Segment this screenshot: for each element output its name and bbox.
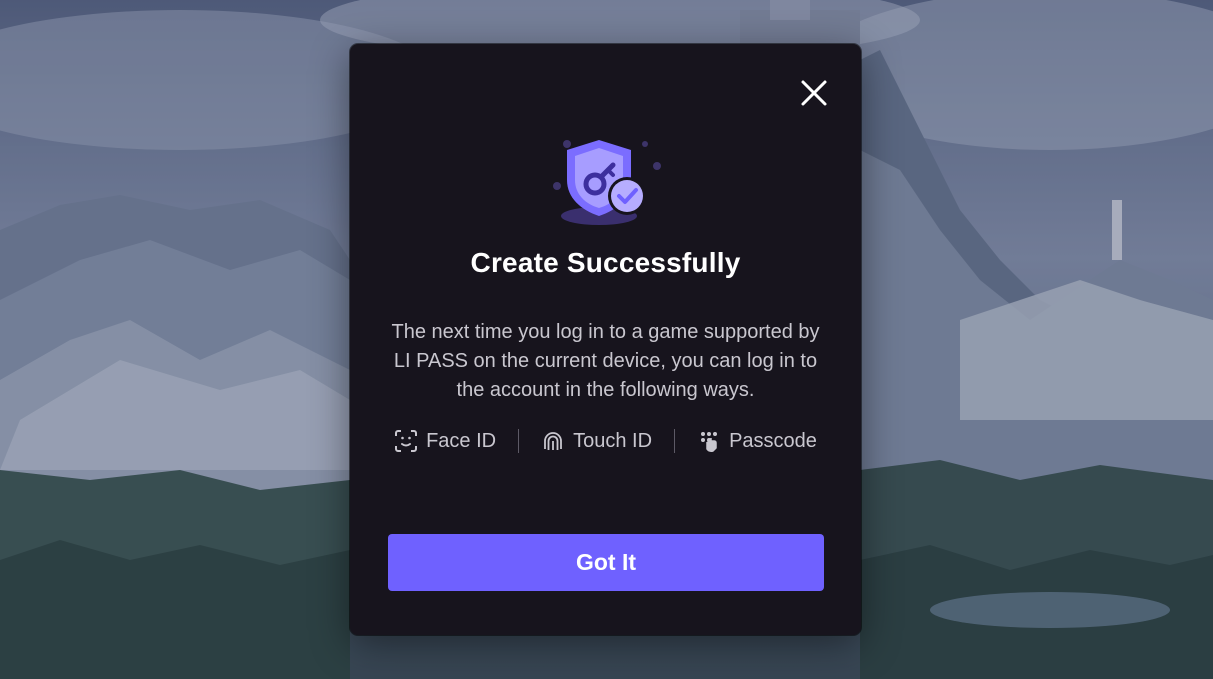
got-it-button[interactable]: Got It [388, 534, 824, 591]
passcode-icon [701, 432, 718, 452]
method-label: Face ID [426, 429, 497, 452]
dialog-title: Create Successfully [470, 247, 741, 278]
close-button[interactable] [799, 78, 829, 108]
create-success-dialog: Create Successfully The next time you lo… [350, 44, 861, 635]
game-background: Create Successfully The next time you lo… [0, 0, 1213, 679]
method-passcode: Passcode [697, 429, 817, 453]
divider [518, 429, 520, 453]
shield-key-check-icon [553, 140, 661, 225]
face-id-icon [395, 430, 418, 452]
dialog-description: The next time you log in to a game suppo… [391, 321, 820, 401]
close-icon [801, 80, 827, 106]
method-touch-id: Touch ID [541, 429, 652, 453]
divider [674, 429, 676, 453]
method-label: Passcode [729, 429, 817, 452]
method-face-id: Face ID [394, 429, 496, 453]
method-label: Touch ID [573, 429, 653, 452]
fingerprint-icon [544, 432, 563, 450]
login-methods: Face ID Touch ID Passcode [350, 426, 861, 456]
